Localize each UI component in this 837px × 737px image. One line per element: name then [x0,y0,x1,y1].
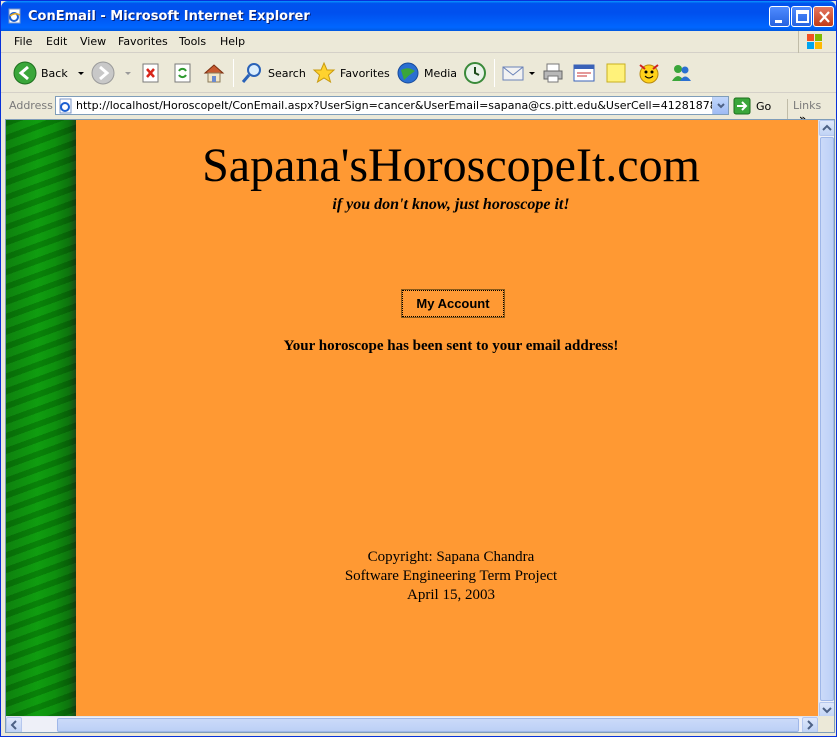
address-bar: Address http://localhost/HoroscopeIt/Con… [1,94,836,125]
search-button[interactable]: Search [240,59,306,87]
back-label: Back [41,66,68,80]
chevron-down-icon[interactable] [123,68,133,78]
favorites-label: Favorites [340,66,390,80]
history-button[interactable] [463,59,487,87]
menu-file[interactable]: File [14,35,32,48]
scroll-up-button[interactable] [819,120,834,136]
forward-arrow-icon [91,61,115,85]
go-button[interactable]: Go [733,97,771,115]
toolbar: Back Search Favorites Media [1,54,836,93]
footer-copyright: Copyright: Sapana Chandra [367,549,535,565]
page-footer: Copyright: Sapana Chandra Software Engin… [76,548,826,605]
vertical-scrollbar[interactable] [818,120,834,718]
refresh-button[interactable] [172,59,194,87]
site-tagline: if you don't know, just horoscope it! [332,196,570,213]
home-icon [203,64,225,83]
edit-button[interactable] [572,59,596,87]
forward-button[interactable] [91,59,133,87]
horizontal-scrollbar[interactable] [6,716,818,732]
note-icon [606,63,626,83]
footer-date: April 15, 2003 [407,587,495,603]
vertical-scroll-thumb[interactable] [820,137,834,701]
mail-envelope-icon [502,66,524,81]
go-arrow-icon [733,97,751,115]
star-icon [312,61,336,84]
chevron-left-icon [10,720,17,730]
address-dropdown-button[interactable] [712,97,728,114]
discuss-button[interactable] [604,59,628,87]
green-side-strip [6,120,76,718]
printer-icon [543,63,563,83]
address-url: http://localhost/HoroscopeIt/ConEmail.as… [76,99,728,112]
page-content: Sapana'sHoroscopeIt.com if you don't kno… [76,120,818,718]
address-input[interactable]: http://localhost/HoroscopeIt/ConEmail.as… [55,96,729,115]
edit-page-icon [573,64,595,82]
page-viewport: Sapana'sHoroscopeIt.com if you don't kno… [5,119,835,733]
chevron-down-icon [822,707,832,714]
messenger-button[interactable] [669,59,693,87]
windows-logo-icon [798,31,828,53]
media-label: Media [424,66,458,80]
toolbar-separator [233,59,234,87]
media-globe-icon [397,62,419,84]
go-label: Go [756,99,772,113]
media-button[interactable]: Media [396,59,457,87]
confirmation-message: Your horoscope has been sent to your ema… [283,338,619,354]
scroll-right-button[interactable] [802,717,818,732]
address-label: Address [9,99,53,112]
stop-button[interactable] [140,59,162,87]
scroll-left-button[interactable] [6,717,22,732]
print-button[interactable] [541,59,565,87]
back-arrow-icon [13,61,37,85]
maximize-button[interactable] [791,6,812,27]
my-account-button[interactable]: My Account [401,289,505,318]
chevron-right-icon [807,720,814,730]
site-title: Sapana'sHoroscopeIt.com [202,139,700,192]
chevron-down-icon[interactable] [527,68,537,78]
footer-project: Software Engineering Term Project [344,568,558,584]
browser-window: ConEmail - Microsoft Internet Explorer F… [0,0,837,737]
menu-help[interactable]: Help [220,35,245,48]
chevron-down-icon[interactable] [76,68,86,78]
favorites-button[interactable]: Favorites [312,59,390,87]
window-title: ConEmail - Microsoft Internet Explorer [28,9,310,24]
menu-edit[interactable]: Edit [46,35,67,48]
menu-tools[interactable]: Tools [179,35,206,48]
chevron-down-icon [717,103,725,109]
title-bar[interactable]: ConEmail - Microsoft Internet Explorer [1,1,836,31]
page-icon [59,98,72,114]
horizontal-scroll-thumb[interactable] [57,718,799,732]
back-button[interactable]: Back [13,59,86,87]
menu-favorites[interactable]: Favorites [118,35,168,48]
refresh-icon [174,63,191,83]
chevron-up-icon [822,124,832,131]
home-button[interactable] [202,59,226,87]
close-button[interactable] [813,6,834,27]
messenger-smiley-button[interactable] [637,59,661,87]
search-icon [241,63,261,83]
search-label: Search [268,66,306,80]
messenger-people-icon [672,65,691,81]
stop-icon [142,63,159,83]
menu-view[interactable]: View [80,35,106,48]
menu-bar: File Edit View Favorites Tools Help [1,31,836,53]
links-label: Links [793,99,822,112]
smiley-icon [639,64,659,84]
scrollbar-corner [818,716,834,732]
history-clock-icon [464,62,486,84]
ie-page-icon [7,8,23,24]
minimize-button[interactable] [769,6,790,27]
mail-button[interactable] [501,59,537,87]
toolbar-separator [494,59,495,87]
